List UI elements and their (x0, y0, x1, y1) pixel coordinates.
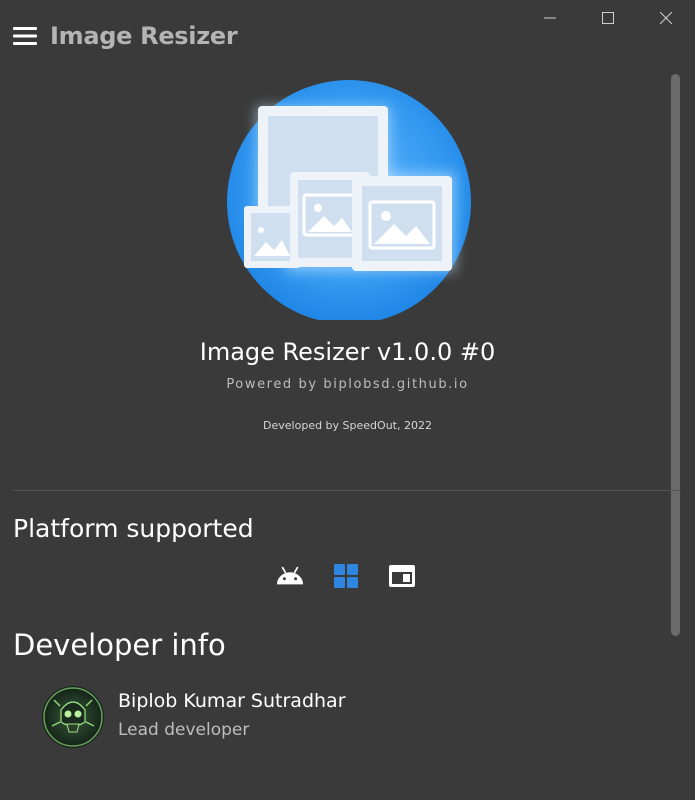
platform-web (388, 562, 416, 590)
skull-avatar-icon (42, 686, 104, 748)
menu-button[interactable] (12, 23, 38, 49)
developer-name: Biplob Kumar Sutradhar (118, 690, 346, 712)
developed-by-text: Developed by SpeedOut, 2022 (263, 419, 432, 432)
android-icon (276, 566, 304, 585)
developer-role: Lead developer (118, 720, 250, 740)
close-button[interactable] (637, 0, 695, 36)
developer-section-title: Developer info (13, 628, 226, 662)
platform-android (276, 562, 304, 590)
developer-card[interactable]: Biplob Kumar Sutradhar Lead developer (42, 686, 346, 748)
maximize-button[interactable] (579, 0, 637, 36)
minimize-button[interactable] (521, 0, 579, 36)
platform-windows (332, 562, 360, 590)
avatar (42, 686, 104, 748)
app-window: Image Resizer Image Resizer v1.0.0 #0 Po… (0, 0, 695, 800)
divider (13, 490, 681, 491)
app-header: Image Resizer (12, 18, 238, 54)
platform-icons (276, 562, 444, 590)
app-logo-icon (227, 80, 471, 320)
web-icon (389, 565, 415, 587)
hamburger-icon (13, 27, 37, 45)
minimize-icon (544, 17, 556, 19)
powered-by-link[interactable]: Powered by biplobsd.github.io (0, 377, 695, 392)
maximize-icon (602, 12, 614, 24)
about-title: Image Resizer v1.0.0 #0 (199, 338, 496, 366)
window-controls (521, 0, 695, 36)
app-title: Image Resizer (50, 22, 238, 50)
close-icon (660, 12, 672, 24)
platform-section-title: Platform supported (13, 514, 254, 543)
developer-text: Biplob Kumar Sutradhar Lead developer (118, 690, 346, 740)
windows-icon (334, 564, 358, 588)
